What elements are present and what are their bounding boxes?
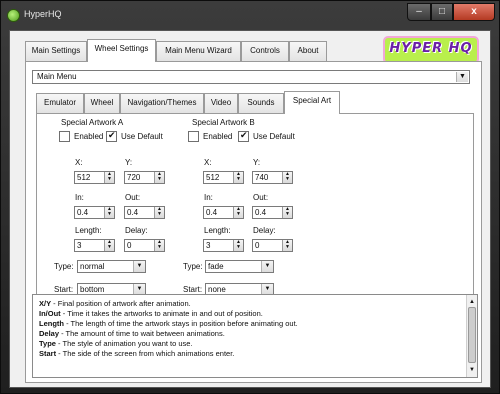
- wheel-settings-panel: Main Menu ▼ Emulator Wheel Navigation/Th…: [25, 61, 482, 383]
- scroll-up-icon[interactable]: ▲: [469, 297, 475, 307]
- spinner-arrows-icon[interactable]: ▲ ▼: [154, 207, 164, 218]
- artwork-a-enabled-label: Enabled: [74, 132, 104, 141]
- artwork-b-y-spinner[interactable]: 740 ▲ ▼: [252, 171, 293, 184]
- artwork-b-out-spinner[interactable]: 0.4 ▲ ▼: [252, 206, 293, 219]
- chevron-down-icon[interactable]: ▼: [133, 261, 145, 272]
- tab-navigation-themes[interactable]: Navigation/Themes: [120, 93, 204, 113]
- artwork-a-title: Special Artwork A: [61, 118, 124, 127]
- spinner-arrows-icon[interactable]: ▲ ▼: [104, 172, 114, 183]
- help-line: In/Out - Time it takes the artworks to a…: [39, 309, 263, 318]
- menu-select[interactable]: Main Menu ▼: [32, 70, 470, 84]
- help-text-box[interactable]: X/Y - Final position of artwork after an…: [32, 294, 478, 378]
- artwork-a-delay-spinner[interactable]: 0 ▲ ▼: [124, 239, 165, 252]
- artwork-a-in-spinner[interactable]: 0.4 ▲ ▼: [74, 206, 115, 219]
- tab-special-art[interactable]: Special Art: [284, 91, 340, 114]
- artwork-a-length-label: Length:: [75, 226, 102, 235]
- artwork-b-enabled-label: Enabled: [203, 132, 233, 141]
- artwork-a-y-spinner[interactable]: 720 ▲ ▼: [124, 171, 165, 184]
- tab-wheel-settings[interactable]: Wheel Settings: [87, 39, 156, 62]
- help-line: Length - The length of time the artwork …: [39, 319, 298, 328]
- chevron-down-icon[interactable]: ▼: [261, 261, 273, 272]
- help-scrollbar[interactable]: ▲ ▼: [466, 295, 477, 377]
- artwork-b-y-label: Y:: [253, 158, 261, 167]
- artwork-b-x-spinner[interactable]: 512 ▲ ▼: [203, 171, 244, 184]
- spinner-arrows-icon[interactable]: ▲ ▼: [282, 172, 292, 183]
- spinner-arrows-icon[interactable]: ▲ ▼: [154, 240, 164, 251]
- artwork-a-out-spinner[interactable]: 0.4 ▲ ▼: [124, 206, 165, 219]
- artwork-b-x-label: X:: [204, 158, 212, 167]
- scroll-down-icon[interactable]: ▼: [469, 365, 475, 375]
- spinner-arrows-icon[interactable]: ▲ ▼: [233, 172, 243, 183]
- help-line: Type - The style of animation you want t…: [39, 339, 193, 348]
- scroll-thumb[interactable]: [468, 307, 476, 363]
- artwork-b-enabled-checkbox[interactable]: [188, 131, 199, 142]
- tab-main-settings[interactable]: Main Settings: [25, 41, 87, 61]
- artwork-b-use-default-label: Use Default: [253, 132, 295, 141]
- chevron-down-icon[interactable]: ▼: [456, 72, 468, 82]
- spinner-arrows-icon[interactable]: ▲ ▼: [233, 240, 243, 251]
- help-line: Start - The side of the screen from whic…: [39, 349, 235, 358]
- artwork-a-type-select[interactable]: normal ▼: [77, 260, 146, 273]
- artwork-a-out-label: Out:: [125, 193, 141, 202]
- artwork-a-type-label: Type:: [54, 262, 74, 271]
- spinner-arrows-icon[interactable]: ▲ ▼: [104, 207, 114, 218]
- spinner-arrows-icon[interactable]: ▲ ▼: [154, 172, 164, 183]
- artwork-b-out-label: Out:: [253, 193, 269, 202]
- artwork-b-length-spinner[interactable]: 3 ▲ ▼: [203, 239, 244, 252]
- minimize-button[interactable]: –: [407, 3, 431, 21]
- artwork-b-type-select[interactable]: fade ▼: [205, 260, 274, 273]
- tab-wheel[interactable]: Wheel: [84, 93, 120, 113]
- hyperhq-logo: HYPER HQ: [383, 36, 479, 64]
- artwork-b-delay-label: Delay:: [253, 226, 276, 235]
- menu-select-value: Main Menu: [37, 72, 77, 81]
- artwork-a-x-spinner[interactable]: 512 ▲ ▼: [74, 171, 115, 184]
- artwork-a-length-spinner[interactable]: 3 ▲ ▼: [74, 239, 115, 252]
- artwork-b-delay-spinner[interactable]: 0 ▲ ▼: [252, 239, 293, 252]
- spinner-arrows-icon[interactable]: ▲ ▼: [233, 207, 243, 218]
- client-area: Main Settings Wheel Settings Main Menu W…: [9, 30, 491, 388]
- artwork-a-x-label: X:: [75, 158, 83, 167]
- help-line: X/Y - Final position of artwork after an…: [39, 299, 191, 308]
- spinner-arrows-icon[interactable]: ▲ ▼: [104, 240, 114, 251]
- close-button[interactable]: x: [453, 3, 495, 21]
- artwork-a-use-default-checkbox[interactable]: [106, 130, 117, 142]
- artwork-b-in-label: In:: [204, 193, 213, 202]
- tab-main-menu-wizard[interactable]: Main Menu Wizard: [156, 41, 241, 61]
- artwork-b-type-label: Type:: [183, 262, 203, 271]
- artwork-b-title: Special Artwork B: [192, 118, 255, 127]
- spinner-arrows-icon[interactable]: ▲ ▼: [282, 207, 292, 218]
- tab-video[interactable]: Video: [204, 93, 238, 113]
- artwork-a-use-default-label: Use Default: [121, 132, 163, 141]
- artwork-b-in-spinner[interactable]: 0.4 ▲ ▼: [203, 206, 244, 219]
- maximize-button[interactable]: □: [431, 3, 453, 21]
- tab-sounds[interactable]: Sounds: [238, 93, 284, 113]
- tab-about[interactable]: About: [289, 41, 327, 61]
- artwork-a-start-label: Start:: [54, 285, 74, 294]
- artwork-b-length-label: Length:: [204, 226, 231, 235]
- artwork-a-enabled-checkbox[interactable]: [59, 131, 70, 142]
- app-window: HyperHQ – □ x Main Settings Wheel Settin…: [0, 0, 500, 394]
- window-title: HyperHQ: [24, 9, 62, 19]
- artwork-a-delay-label: Delay:: [125, 226, 148, 235]
- artwork-a-y-label: Y:: [125, 158, 133, 167]
- help-line: Delay - The amount of time to wait betwe…: [39, 329, 225, 338]
- artwork-b-use-default-checkbox[interactable]: [238, 130, 249, 142]
- tab-controls[interactable]: Controls: [241, 41, 289, 61]
- tab-emulator[interactable]: Emulator: [36, 93, 84, 113]
- app-icon: [7, 9, 20, 22]
- title-bar[interactable]: HyperHQ – □ x: [1, 1, 499, 29]
- artwork-b-start-label: Start:: [183, 285, 203, 294]
- spinner-arrows-icon[interactable]: ▲ ▼: [282, 240, 292, 251]
- artwork-a-in-label: In:: [75, 193, 84, 202]
